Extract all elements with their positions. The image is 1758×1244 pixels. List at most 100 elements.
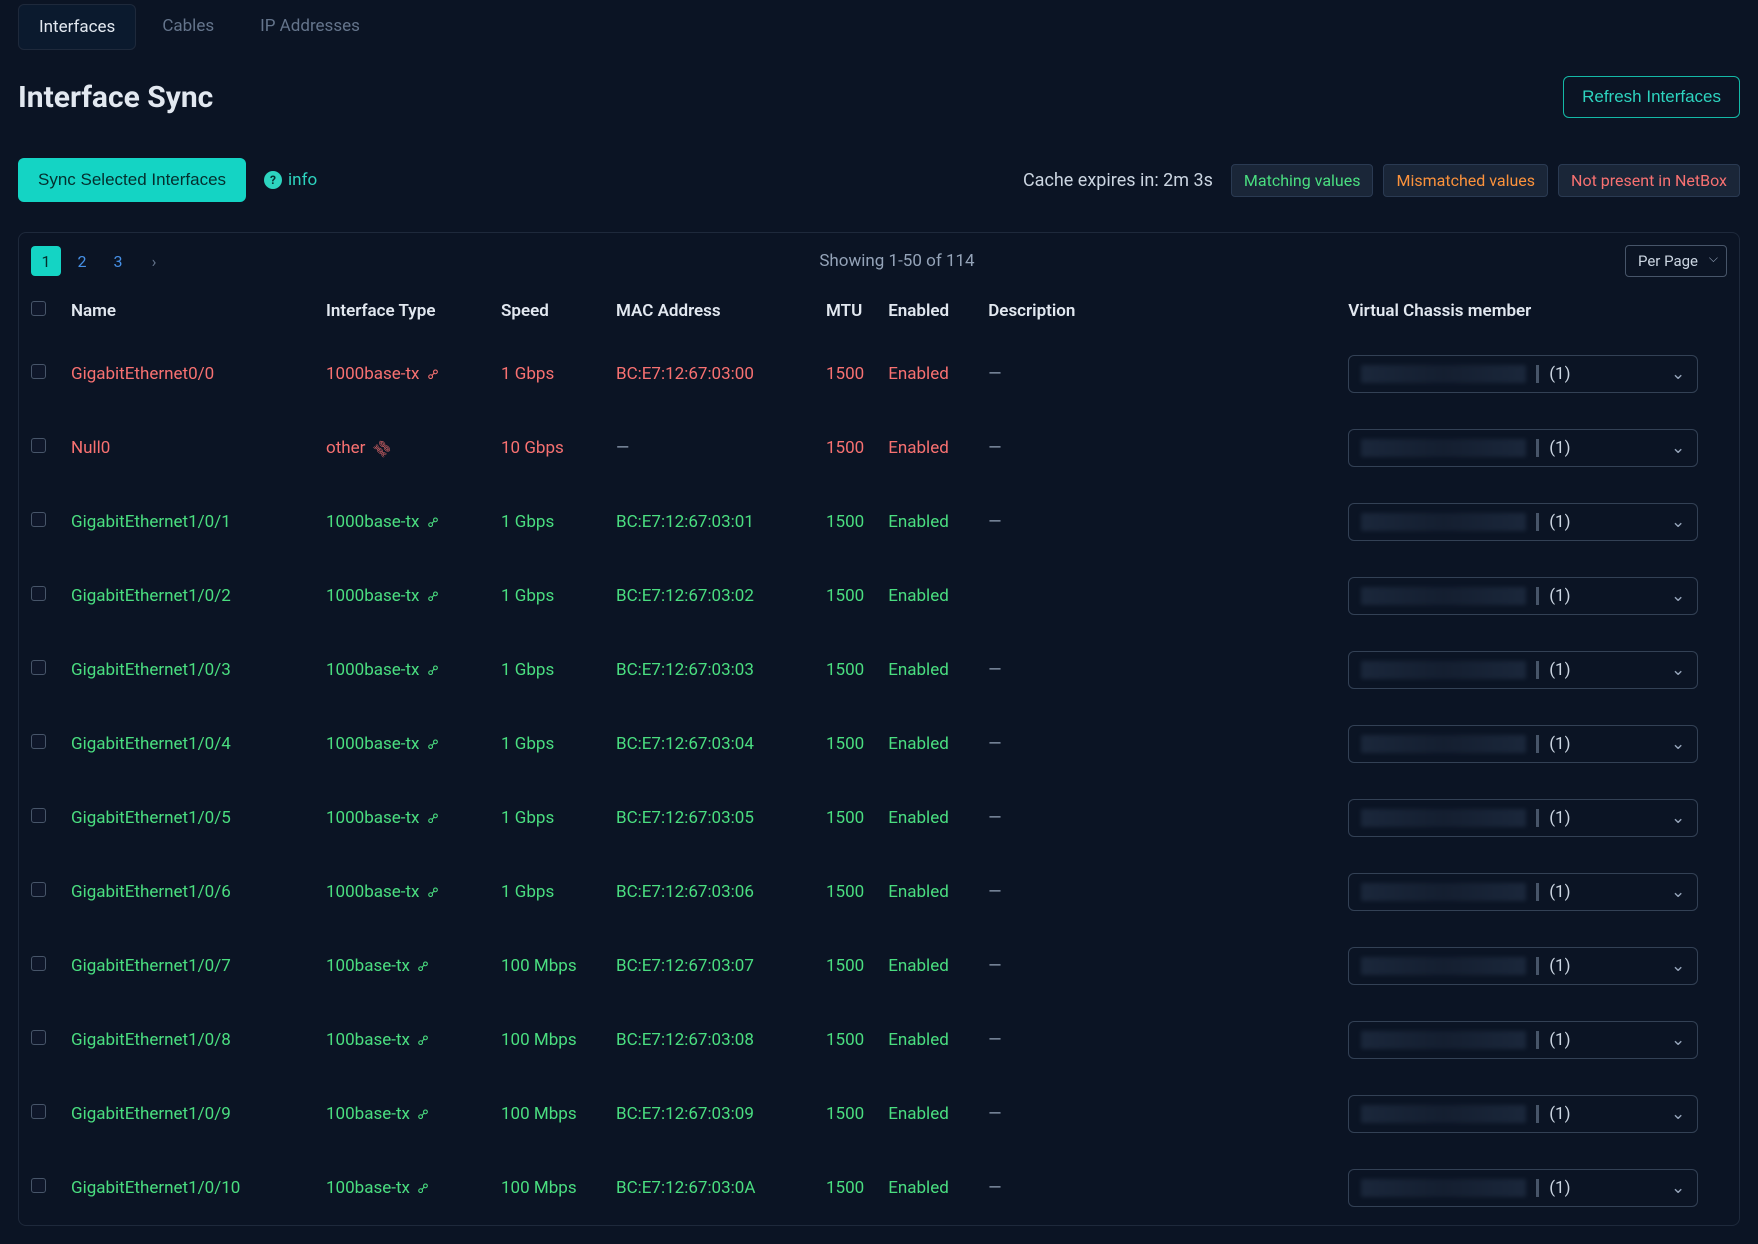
cell-name[interactable]: Null0 bbox=[59, 411, 314, 485]
cell-mac: BC:E7:12:67:03:07 bbox=[604, 929, 814, 1003]
vc-dropdown[interactable]: (1)⌄ bbox=[1348, 1021, 1698, 1059]
cell-vc: (1)⌄ bbox=[1336, 411, 1739, 485]
table-row: GigabitEthernet1/0/61000base-tx ⚯1 GbpsB… bbox=[19, 855, 1739, 929]
vc-dropdown[interactable]: (1)⌄ bbox=[1348, 873, 1698, 911]
cell-name[interactable]: GigabitEthernet1/0/2 bbox=[59, 559, 314, 633]
vc-member-name-redacted bbox=[1361, 439, 1526, 457]
cell-name[interactable]: GigabitEthernet1/0/7 bbox=[59, 929, 314, 1003]
row-checkbox[interactable] bbox=[31, 1178, 46, 1193]
row-checkbox[interactable] bbox=[31, 660, 46, 675]
col-name[interactable]: Name bbox=[59, 291, 314, 337]
legend-mismatched: Mismatched values bbox=[1383, 164, 1548, 197]
row-checkbox[interactable] bbox=[31, 1030, 46, 1045]
legend-notpresent: Not present in NetBox bbox=[1558, 164, 1740, 197]
cell-type: 100base-tx ⚯ bbox=[314, 1151, 489, 1225]
row-checkbox[interactable] bbox=[31, 1104, 46, 1119]
vc-member-name-redacted bbox=[1361, 957, 1526, 975]
row-checkbox[interactable] bbox=[31, 364, 46, 379]
cell-speed: 1 Gbps bbox=[489, 633, 604, 707]
vc-divider bbox=[1536, 1179, 1539, 1197]
col-speed[interactable]: Speed bbox=[489, 291, 604, 337]
select-all-checkbox[interactable] bbox=[31, 301, 46, 316]
cell-enabled: Enabled bbox=[876, 485, 976, 559]
row-checkbox[interactable] bbox=[31, 734, 46, 749]
row-checkbox[interactable] bbox=[31, 808, 46, 823]
tab-interfaces[interactable]: Interfaces bbox=[18, 4, 136, 50]
tab-cables[interactable]: Cables bbox=[142, 4, 234, 50]
cell-enabled: Enabled bbox=[876, 559, 976, 633]
cache-expires-text: Cache expires in: 2m 3s bbox=[1023, 170, 1213, 191]
vc-member-name-redacted bbox=[1361, 587, 1526, 605]
vc-divider bbox=[1536, 661, 1539, 679]
cell-vc: (1)⌄ bbox=[1336, 1077, 1739, 1151]
vc-dropdown[interactable]: (1)⌄ bbox=[1348, 1169, 1698, 1207]
vc-member-name-redacted bbox=[1361, 1031, 1526, 1049]
table-row: GigabitEthernet1/0/9100base-tx ⚯100 Mbps… bbox=[19, 1077, 1739, 1151]
link-icon: ⚯ bbox=[414, 1031, 434, 1051]
cell-name[interactable]: GigabitEthernet1/0/1 bbox=[59, 485, 314, 559]
vc-divider bbox=[1536, 1105, 1539, 1123]
cell-name[interactable]: GigabitEthernet1/0/10 bbox=[59, 1151, 314, 1225]
vc-dropdown[interactable]: (1)⌄ bbox=[1348, 799, 1698, 837]
cell-enabled: Enabled bbox=[876, 707, 976, 781]
cell-speed: 1 Gbps bbox=[489, 855, 604, 929]
cell-type: 1000base-tx ⚯ bbox=[314, 337, 489, 411]
cell-type: 100base-tx ⚯ bbox=[314, 1077, 489, 1151]
cell-enabled: Enabled bbox=[876, 411, 976, 485]
vc-count: (1) bbox=[1549, 512, 1570, 532]
chevron-down-icon: ⌄ bbox=[1671, 512, 1685, 532]
page-3[interactable]: 3 bbox=[103, 246, 133, 276]
cell-mtu: 1500 bbox=[814, 781, 876, 855]
vc-dropdown[interactable]: (1)⌄ bbox=[1348, 651, 1698, 689]
chevron-down-icon: ⌄ bbox=[1671, 1030, 1685, 1050]
per-page-select[interactable]: Per Page bbox=[1625, 245, 1727, 277]
vc-dropdown[interactable]: (1)⌄ bbox=[1348, 429, 1698, 467]
cell-desc: — bbox=[976, 781, 1336, 855]
cell-name[interactable]: GigabitEthernet1/0/4 bbox=[59, 707, 314, 781]
chevron-down-icon: ⌄ bbox=[1671, 660, 1685, 680]
cell-speed: 1 Gbps bbox=[489, 781, 604, 855]
cell-mac: BC:E7:12:67:03:03 bbox=[604, 633, 814, 707]
cell-name[interactable]: GigabitEthernet1/0/6 bbox=[59, 855, 314, 929]
col-mtu[interactable]: MTU bbox=[814, 291, 876, 337]
row-checkbox[interactable] bbox=[31, 956, 46, 971]
info-link[interactable]: ? info bbox=[264, 170, 317, 190]
col-type[interactable]: Interface Type bbox=[314, 291, 489, 337]
vc-dropdown[interactable]: (1)⌄ bbox=[1348, 1095, 1698, 1133]
vc-dropdown[interactable]: (1) ⌄ bbox=[1348, 503, 1698, 541]
col-mac[interactable]: MAC Address bbox=[604, 291, 814, 337]
next-page-button[interactable]: › bbox=[139, 246, 169, 276]
col-enabled[interactable]: Enabled bbox=[876, 291, 976, 337]
cell-name[interactable]: GigabitEthernet0/0 bbox=[59, 337, 314, 411]
cell-desc: — bbox=[976, 411, 1336, 485]
refresh-interfaces-button[interactable]: Refresh Interfaces bbox=[1563, 76, 1740, 118]
vc-dropdown[interactable]: (1)⌄ bbox=[1348, 725, 1698, 763]
link-icon: ⚯ bbox=[424, 809, 444, 829]
cell-name[interactable]: GigabitEthernet1/0/9 bbox=[59, 1077, 314, 1151]
col-desc[interactable]: Description bbox=[976, 291, 1336, 337]
tab-ip-addresses[interactable]: IP Addresses bbox=[240, 4, 380, 50]
col-vc[interactable]: Virtual Chassis member bbox=[1336, 291, 1739, 337]
cell-mac: BC:E7:12:67:03:05 bbox=[604, 781, 814, 855]
row-checkbox[interactable] bbox=[31, 586, 46, 601]
legend: Matching values Mismatched values Not pr… bbox=[1231, 164, 1740, 197]
row-checkbox[interactable] bbox=[31, 512, 46, 527]
vc-divider bbox=[1536, 883, 1539, 901]
vc-dropdown[interactable]: (1)⌄ bbox=[1348, 355, 1698, 393]
cell-name[interactable]: GigabitEthernet1/0/8 bbox=[59, 1003, 314, 1077]
sync-selected-button[interactable]: Sync Selected Interfaces bbox=[18, 158, 246, 202]
row-checkbox[interactable] bbox=[31, 438, 46, 453]
cell-mac: BC:E7:12:67:03:02 bbox=[604, 559, 814, 633]
page-2[interactable]: 2 bbox=[67, 246, 97, 276]
link-icon: ⚯ bbox=[414, 1105, 434, 1125]
vc-dropdown[interactable]: (1)⌄ bbox=[1348, 947, 1698, 985]
row-checkbox[interactable] bbox=[31, 882, 46, 897]
cell-vc: (1)⌄ bbox=[1336, 337, 1739, 411]
cell-mac: BC:E7:12:67:03:01 bbox=[604, 485, 814, 559]
cell-name[interactable]: GigabitEthernet1/0/3 bbox=[59, 633, 314, 707]
cell-name[interactable]: GigabitEthernet1/0/5 bbox=[59, 781, 314, 855]
vc-dropdown[interactable]: (1)⌄ bbox=[1348, 577, 1698, 615]
page-1[interactable]: 1 bbox=[31, 246, 61, 276]
cell-mtu: 1500 bbox=[814, 337, 876, 411]
cell-type: 1000base-tx ⚯ bbox=[314, 485, 489, 559]
